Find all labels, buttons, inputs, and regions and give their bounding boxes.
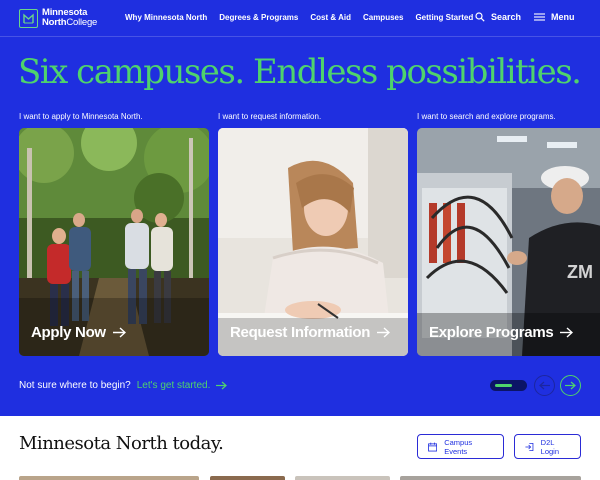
nav-cost-aid[interactable]: Cost & Aid	[310, 13, 351, 22]
campus-events-button[interactable]: Campus Events	[417, 434, 504, 459]
request-information-label: Request Information	[230, 324, 391, 341]
hero-section: Minnesota NorthCollege Why Minnesota Nor…	[0, 0, 600, 416]
arrow-right-icon	[377, 327, 391, 338]
card-request: I want to request information. Request I…	[218, 112, 408, 356]
arrow-left-icon	[539, 381, 550, 390]
carousel-progress-fill	[495, 384, 512, 387]
today-heading: Minnesota North today.	[19, 433, 224, 454]
nav-getting-started[interactable]: Getting Started	[415, 13, 473, 22]
explore-programs-card[interactable]: ZM Explore Programs	[417, 128, 600, 356]
lets-get-started-text: Let's get started.	[136, 380, 211, 391]
calendar-icon	[428, 442, 438, 451]
search-icon	[475, 12, 485, 22]
nav-degrees-programs[interactable]: Degrees & Programs	[219, 13, 298, 22]
card-explore: I want to search and explore programs. Z…	[417, 112, 600, 356]
request-information-text: Request Information	[230, 324, 371, 341]
apply-now-label: Apply Now	[31, 324, 126, 341]
news-thumbnail[interactable]	[19, 476, 199, 480]
logo-college: College	[66, 17, 98, 28]
arrow-right-icon	[565, 381, 576, 390]
news-thumbnail[interactable]	[210, 476, 285, 480]
menu-label: Menu	[551, 12, 575, 22]
d2l-login-button[interactable]: D2L Login	[514, 434, 581, 459]
lets-get-started-link[interactable]: Let's get started.	[137, 380, 228, 391]
help-text: Not sure where to begin?	[19, 380, 131, 391]
explore-programs-label: Explore Programs	[429, 324, 574, 341]
apply-now-card[interactable]: Apply Now	[19, 128, 209, 356]
arrow-right-icon	[560, 327, 574, 338]
getting-started-prompt: Not sure where to begin? Let's get start…	[19, 380, 228, 391]
card-apply: I want to apply to Minnesota North. Appl…	[19, 112, 209, 356]
menu-button[interactable]: Menu	[534, 12, 575, 22]
logo-mark-icon	[19, 8, 38, 28]
request-information-card[interactable]: Request Information	[218, 128, 408, 356]
card-request-prompt: I want to request information.	[218, 112, 322, 121]
news-thumbnail[interactable]	[400, 476, 581, 480]
svg-text:ZM: ZM	[567, 262, 593, 282]
logo-wordmark: Minnesota NorthCollege	[42, 8, 97, 28]
logo-north: North	[42, 17, 67, 28]
site-logo[interactable]: Minnesota NorthCollege	[19, 8, 97, 28]
students-walking-photo	[19, 128, 209, 356]
carousel-progress	[490, 380, 527, 391]
card-explore-prompt: I want to search and explore programs.	[417, 112, 556, 121]
news-thumbnail[interactable]	[295, 476, 390, 480]
site-header: Minnesota NorthCollege Why Minnesota Nor…	[0, 0, 600, 37]
primary-nav: Why Minnesota North Degrees & Programs C…	[125, 13, 485, 22]
carousel-prev-button[interactable]	[534, 375, 555, 396]
arrow-right-icon	[112, 327, 126, 338]
campus-events-label: Campus Events	[444, 437, 473, 456]
search-label: Search	[491, 12, 522, 22]
hero-headline: Six campuses. Endless possibilities.	[18, 52, 582, 92]
nav-campuses[interactable]: Campuses	[363, 13, 403, 22]
student-writing-photo	[218, 128, 408, 356]
logo-line-2: NorthCollege	[42, 18, 97, 28]
d2l-login-label: D2L Login	[540, 437, 560, 456]
login-icon	[525, 442, 534, 451]
search-button[interactable]: Search	[475, 12, 521, 22]
arrow-right-icon	[216, 381, 228, 390]
menu-icon	[534, 13, 545, 21]
apply-now-text: Apply Now	[31, 324, 106, 341]
card-apply-prompt: I want to apply to Minnesota North.	[19, 112, 143, 121]
technician-wiring-photo: ZM	[417, 128, 600, 356]
nav-why-minnesota-north[interactable]: Why Minnesota North	[125, 13, 207, 22]
carousel-next-button[interactable]	[560, 375, 581, 396]
explore-programs-text: Explore Programs	[429, 324, 554, 341]
